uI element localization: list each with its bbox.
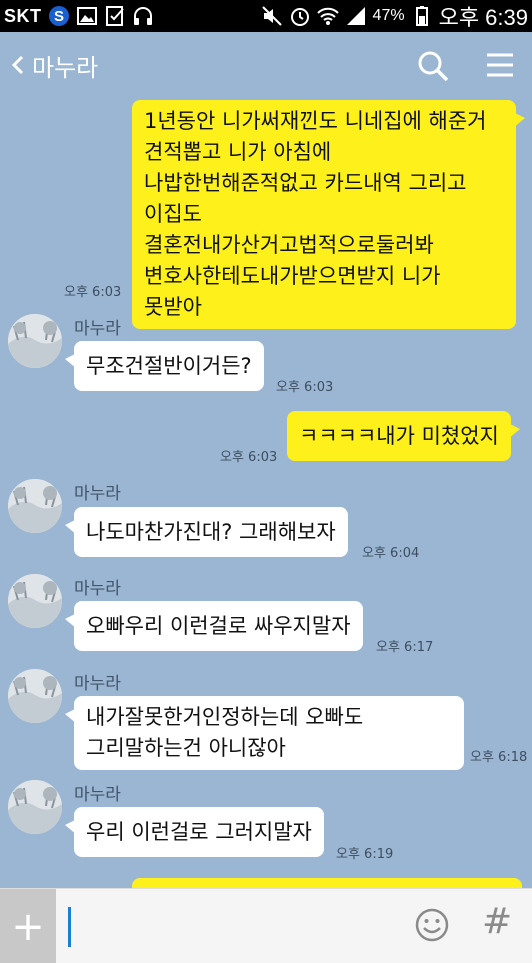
message-line: 변호사한테도내가받으면받지 니가	[144, 264, 441, 288]
chevron-left-icon	[8, 51, 28, 79]
text-cursor	[68, 907, 71, 947]
back-button[interactable]: 마누라	[0, 48, 98, 83]
message-time: 오후 6:18	[470, 750, 528, 765]
emoticon-button[interactable]	[414, 907, 450, 943]
signal-icon	[345, 5, 367, 27]
their-message-bubble[interactable]: 오빠우리 이런걸로 싸우지말자	[65, 601, 363, 651]
task-check-icon	[104, 5, 126, 27]
message-list[interactable]: 1년동안 니가써재낀도 니네집에 해준거 견적뽑고 니가 아침에 나밥한번해준적…	[0, 98, 532, 888]
smiley-icon	[415, 908, 449, 942]
message-text: 우리 이런걸로 그러지말자	[86, 820, 312, 844]
message-time: 오후 6:17	[376, 640, 434, 655]
their-message-bubble[interactable]: 나도마찬가진대? 그래해보자	[65, 507, 348, 557]
my-message-bubble[interactable]: ㅋㅋㅋㅋ내가 미쳤었지	[287, 411, 520, 461]
message-time: 오후 6:03	[220, 450, 278, 465]
avatar[interactable]	[8, 314, 62, 368]
mute-icon	[261, 5, 283, 27]
avatar[interactable]	[8, 780, 62, 834]
my-message-bubble-partial[interactable]	[132, 878, 522, 888]
headphones-icon	[132, 5, 154, 27]
wifi-icon	[316, 5, 339, 27]
input-bar: + #	[0, 888, 532, 963]
avatar[interactable]	[8, 479, 62, 533]
message-line: 1년동안 니가써재낀도 니네집에 해준거	[144, 109, 487, 133]
attach-plus-button[interactable]: +	[0, 889, 56, 963]
battery-icon	[411, 5, 433, 27]
message-line: 이집도	[144, 202, 202, 226]
samsung-s-icon: S	[48, 5, 70, 27]
message-input[interactable]	[60, 899, 400, 954]
search-icon	[418, 51, 449, 82]
clock-label: 오후 6:39	[438, 5, 528, 30]
message-time: 오후 6:04	[362, 546, 420, 561]
my-message-bubble[interactable]: 1년동안 니가써재낀도 니네집에 해준거 견적뽑고 니가 아침에 나밥한번해준적…	[132, 100, 525, 329]
sender-name: 마누라	[74, 484, 121, 504]
their-message-bubble[interactable]: 우리 이런걸로 그러지말자	[65, 807, 324, 857]
message-time: 오후 6:19	[336, 847, 394, 862]
message-line: 그리말하는건 아니잖아	[86, 736, 286, 760]
message-time: 오후 6:03	[64, 285, 122, 300]
alarm-icon	[289, 5, 311, 27]
avatar[interactable]	[8, 669, 62, 723]
hashtag-button[interactable]: #	[482, 901, 512, 942]
sender-name: 마누라	[74, 674, 121, 694]
chat-title: 마누라	[32, 53, 99, 82]
sender-name: 마누라	[74, 579, 121, 599]
carrier-label: SKT	[4, 5, 42, 26]
message-text: 오빠우리 이런걸로 싸우지말자	[86, 614, 351, 638]
gallery-icon	[76, 5, 98, 27]
sender-name: 마누라	[74, 319, 121, 339]
status-bar: SKT S 47% 오후 6:39	[0, 0, 532, 32]
search-button[interactable]	[416, 49, 450, 83]
svg-text:S: S	[53, 8, 63, 25]
their-message-bubble[interactable]: 내가잘못한거인정하는데 오빠도 그리말하는건 아니잖아	[65, 696, 464, 770]
message-line: 나밥한번해준적없고 카드내역 그리고	[144, 171, 467, 195]
menu-button[interactable]	[484, 49, 516, 81]
message-time: 오후 6:03	[276, 380, 334, 395]
message-line: 못받아	[144, 295, 202, 319]
message-line: 견적뽑고 니가 아침에	[144, 140, 332, 164]
sender-name: 마누라	[74, 785, 121, 805]
hamburger-icon	[487, 53, 513, 77]
message-text: 나도마찬가진대? 그래해보자	[86, 520, 336, 544]
message-line: 내가잘못한거인정하는데 오빠도	[86, 705, 364, 729]
chat-header: 마누라	[0, 32, 532, 98]
avatar[interactable]	[8, 574, 62, 628]
their-message-bubble[interactable]: 무조건절반이거든?	[65, 341, 264, 391]
message-text: ㅋㅋㅋㅋ내가 미쳤었지	[299, 424, 499, 448]
message-line: 결혼전내가산거고법적으로둘러봐	[144, 233, 434, 257]
battery-label: 47%	[372, 7, 405, 24]
message-text: 무조건절반이거든?	[86, 354, 252, 378]
